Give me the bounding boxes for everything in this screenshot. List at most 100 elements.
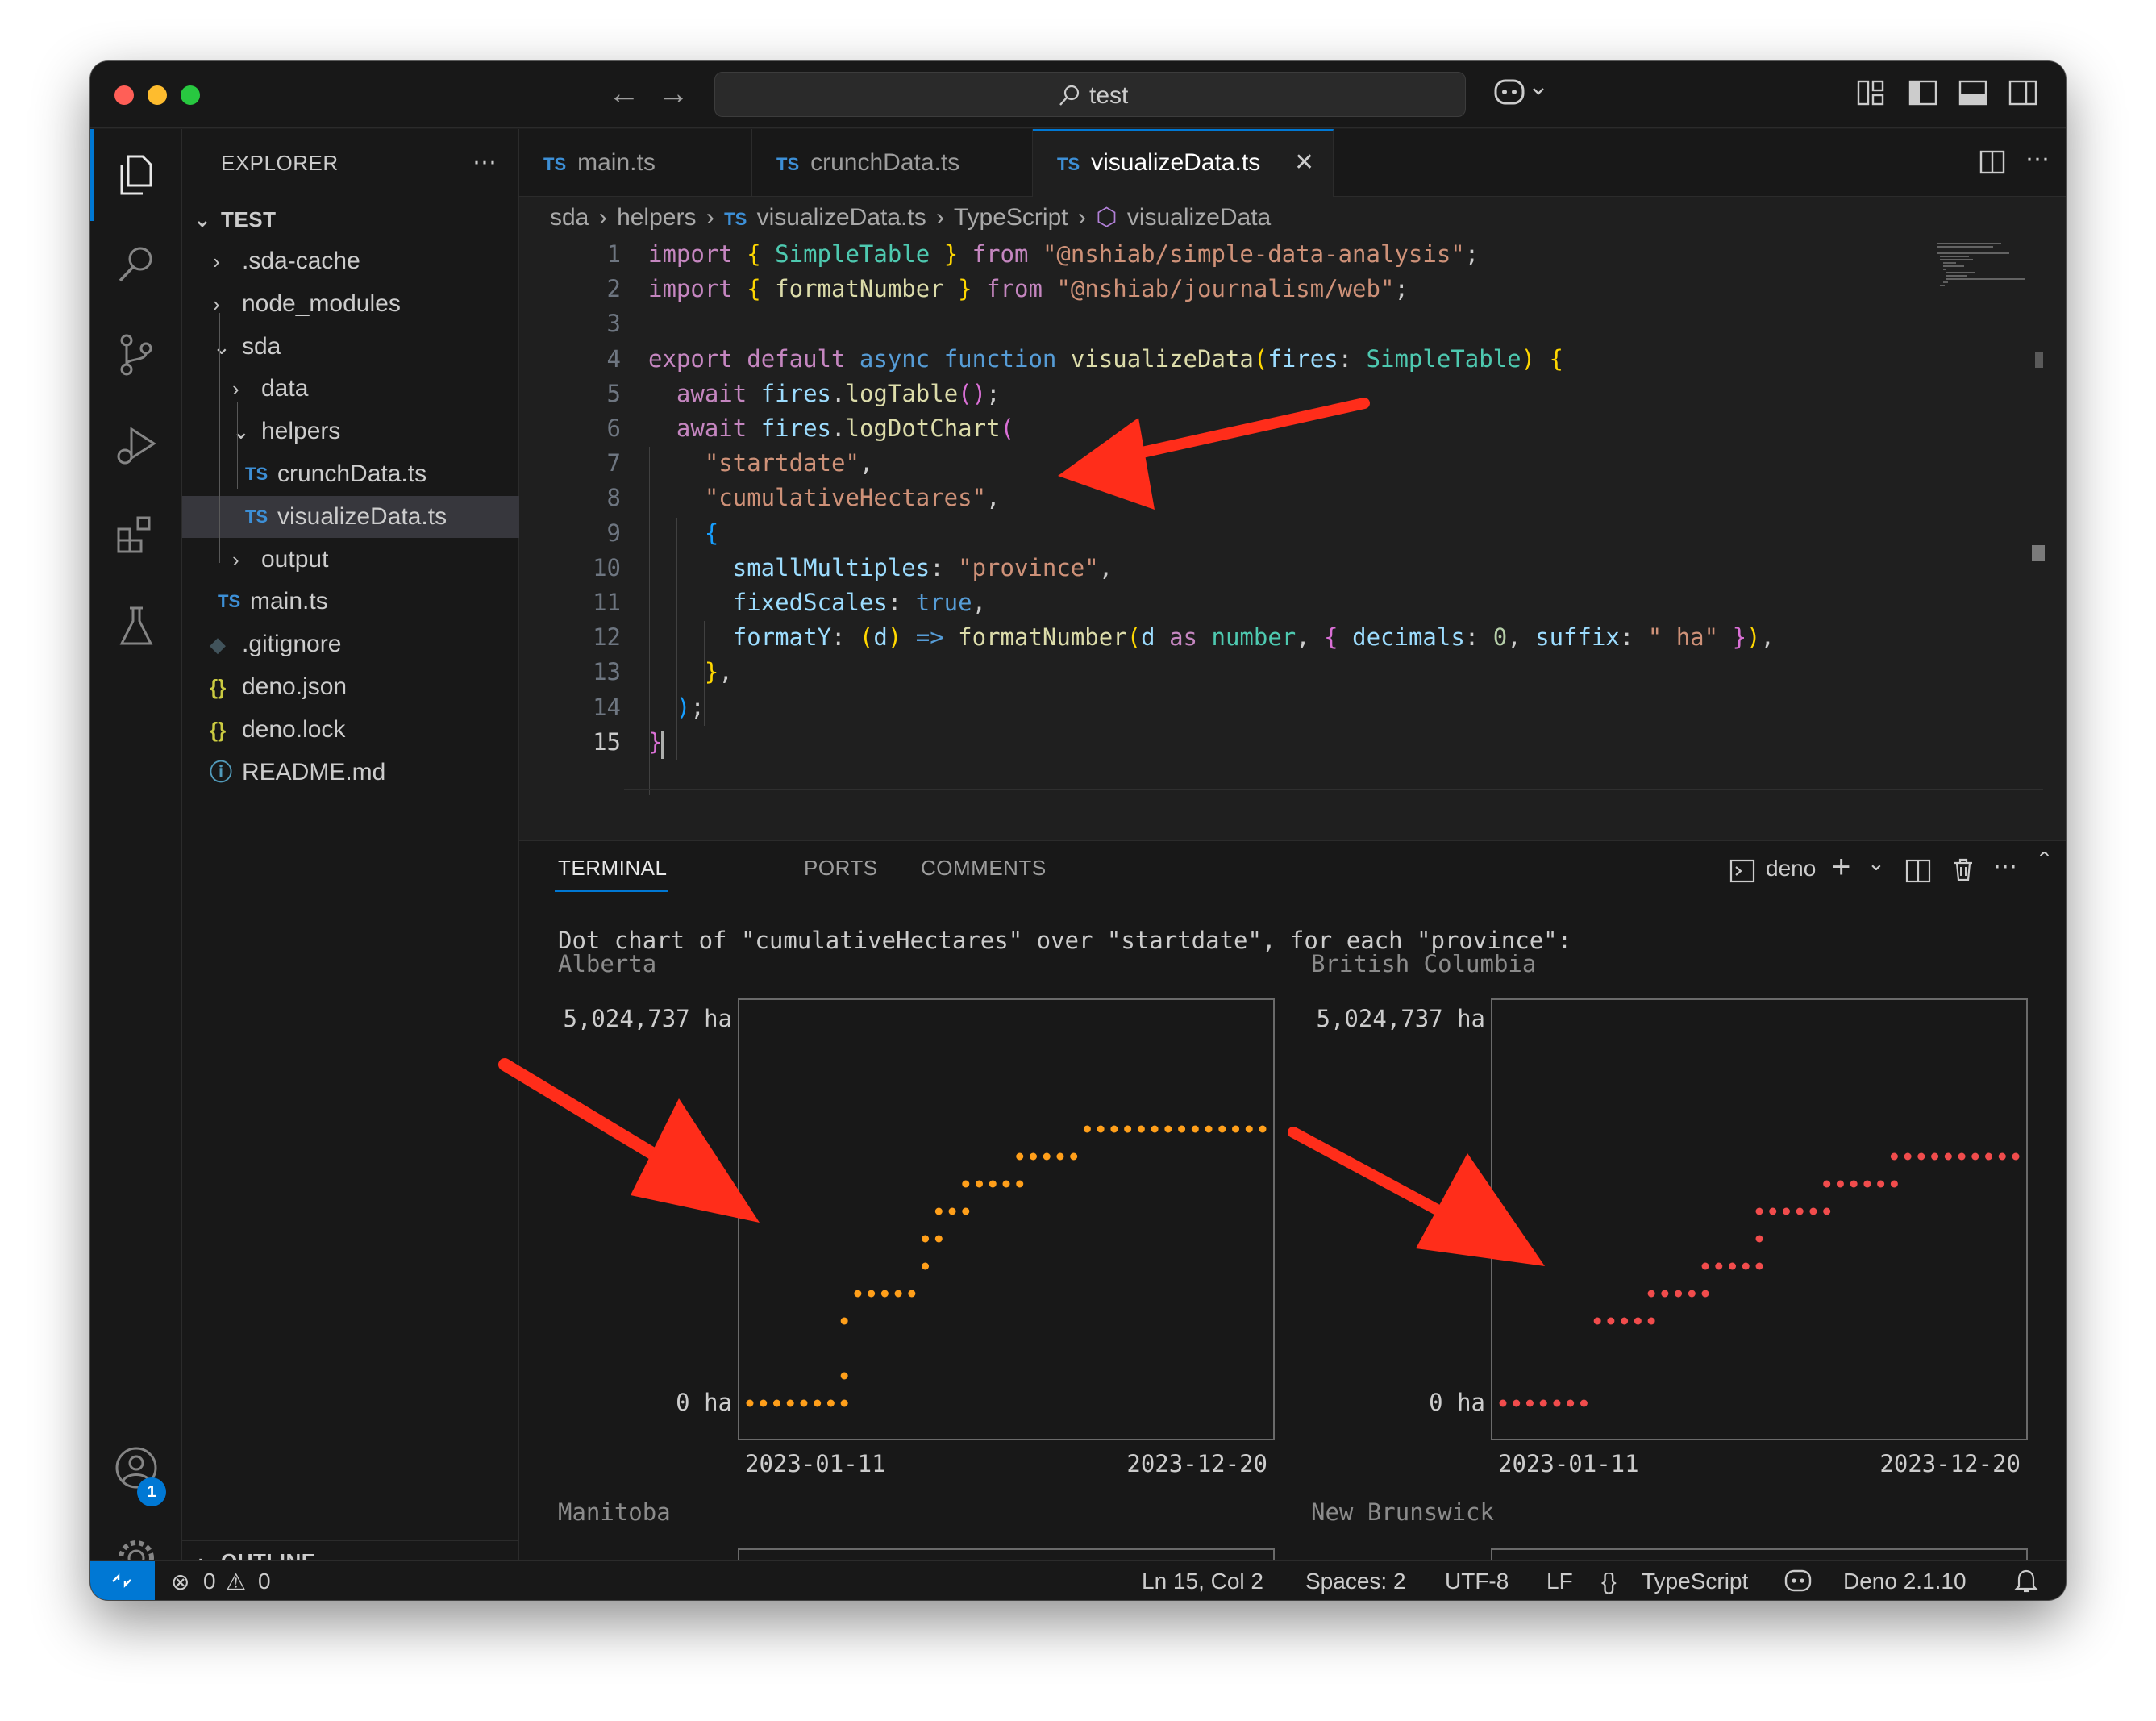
tree-item-node-modules[interactable]: › node_modules — [182, 283, 519, 325]
code-line: import { formatNumber } from "@nshiab/jo… — [648, 275, 1409, 303]
tree-item-deno-json[interactable]: {} deno.json — [182, 666, 519, 708]
split-terminal-icon[interactable] — [1904, 857, 1932, 885]
new-terminal-icon[interactable]: + — [1832, 849, 1850, 886]
copilot-status-icon[interactable] — [1783, 1567, 1813, 1594]
split-editor-icon[interactable] — [1979, 148, 2006, 176]
indentation[interactable]: Spaces: 2 — [1305, 1569, 1406, 1594]
tree-item-visualizedata-ts[interactable]: TS visualizeData.ts — [182, 495, 519, 538]
breadcrumb-language[interactable]: TypeScript — [954, 204, 1068, 231]
encoding[interactable]: UTF-8 — [1445, 1569, 1509, 1594]
data-dot — [1124, 1125, 1132, 1133]
typescript-file-icon: TS — [218, 591, 241, 612]
toggle-primary-sidebar-icon[interactable] — [1908, 77, 1938, 108]
editor-more-actions-icon[interactable]: ⋯ — [2025, 145, 2050, 173]
chevron-down-icon[interactable]: ⌄ — [1867, 851, 1885, 876]
minimap[interactable] — [1937, 239, 2033, 303]
tree-item-deno-lock[interactable]: {} deno.lock — [182, 709, 519, 751]
explorer-icon[interactable] — [110, 148, 162, 200]
back-arrow-icon[interactable]: ← — [608, 77, 640, 110]
warnings-icon[interactable]: ⚠ — [226, 1569, 246, 1595]
data-dot — [840, 1399, 848, 1407]
chart-frame — [738, 998, 1275, 1440]
language-mode[interactable]: TypeScript — [1642, 1569, 1748, 1594]
forward-arrow-icon[interactable]: → — [657, 77, 689, 110]
chevron-down-icon: ⌄ — [194, 207, 212, 231]
tree-item-label: node_modules — [242, 290, 401, 317]
end-of-line[interactable]: LF — [1546, 1569, 1573, 1594]
tab-crunchdata-ts[interactable]: TS crunchData.ts — [752, 129, 1033, 197]
warnings-count[interactable]: 0 — [258, 1569, 271, 1594]
code-line: }, — [704, 658, 733, 686]
trash-icon[interactable] — [1950, 856, 1977, 883]
tree-item-main-ts[interactable]: TS main.ts — [182, 581, 519, 623]
more-actions-icon[interactable]: ⋯ — [472, 142, 497, 184]
minimize-window-button[interactable] — [148, 85, 167, 105]
data-dot — [948, 1207, 956, 1215]
tree-item-label: deno.json — [242, 673, 348, 700]
chevron-down-icon: ⌄ — [232, 419, 250, 444]
bell-icon[interactable] — [2014, 1567, 2038, 1594]
source-control-icon[interactable] — [110, 329, 162, 381]
toggle-panel-icon[interactable] — [1958, 77, 1988, 108]
annotation-arrow — [1058, 398, 1370, 510]
line-number: 2 — [606, 275, 621, 303]
data-dot — [1931, 1152, 1939, 1161]
breadcrumb-helpers[interactable]: helpers — [617, 204, 696, 231]
toggle-secondary-sidebar-icon[interactable] — [2008, 77, 2038, 108]
tab-visualizedata-ts[interactable]: TS visualizeData.ts ✕ — [1033, 129, 1334, 197]
chart-frame — [1491, 998, 2028, 1440]
data-dot — [1917, 1152, 1925, 1161]
tree-item-gitignore[interactable]: ◆ .gitignore — [182, 623, 519, 665]
data-dot — [922, 1262, 930, 1270]
line-number: 12 — [593, 623, 621, 652]
tree-item-crunchdata-ts[interactable]: TS crunchData.ts — [182, 453, 519, 495]
code-line: ); — [676, 693, 705, 721]
errors-count[interactable]: 0 — [203, 1569, 216, 1594]
close-window-button[interactable] — [114, 85, 134, 105]
testing-icon[interactable] — [110, 600, 162, 652]
tree-item-sda-cache[interactable]: › .sda-cache — [182, 240, 519, 282]
search-icon — [1059, 85, 1080, 106]
data-dot — [1958, 1152, 1966, 1161]
line-number: 6 — [606, 415, 621, 442]
tree-item-output[interactable]: › output — [182, 539, 519, 581]
run-debug-icon[interactable] — [110, 419, 162, 471]
workspace-root[interactable]: ⌄ TEST — [182, 198, 519, 240]
tab-comments[interactable]: COMMENTS — [921, 856, 1047, 881]
tree-item-readme-md[interactable]: ⓘ README.md — [182, 752, 519, 794]
tree-item-data[interactable]: › data — [182, 368, 519, 410]
tab-ports[interactable]: PORTS — [804, 856, 878, 881]
customize-layout-icon[interactable] — [1856, 77, 1887, 108]
annotation-arrow — [1288, 1127, 1545, 1266]
breadcrumb-file[interactable]: visualizeData.ts — [757, 204, 926, 231]
data-dot — [1998, 1152, 2006, 1161]
data-dot — [934, 1207, 943, 1215]
runtime-version[interactable]: Deno 2.1.10 — [1843, 1569, 1967, 1594]
maximize-panel-icon[interactable]: ˆ — [2040, 848, 2049, 879]
tree-item-helpers[interactable]: ⌄ helpers — [182, 410, 519, 452]
data-dot — [1661, 1290, 1669, 1298]
close-tab-icon[interactable]: ✕ — [1294, 131, 1314, 194]
maximize-window-button[interactable] — [181, 85, 200, 105]
line-number: 4 — [606, 344, 621, 373]
chart-frame — [738, 1548, 1275, 1561]
data-dot — [1016, 1152, 1024, 1161]
cursor-position[interactable]: Ln 15, Col 2 — [1142, 1569, 1263, 1594]
tab-main-ts[interactable]: TS main.ts — [519, 129, 752, 197]
errors-icon[interactable]: ⊗ — [171, 1569, 189, 1595]
command-center-search[interactable]: test — [714, 72, 1466, 117]
terminal-name[interactable]: deno — [1766, 856, 1816, 881]
data-dot — [746, 1399, 754, 1407]
remote-indicator[interactable] — [90, 1561, 155, 1600]
breadcrumb-ts-badge: TS — [724, 209, 747, 229]
tree-item-sda[interactable]: ⌄ sda — [182, 326, 519, 368]
copilot-icon[interactable] — [1492, 74, 1548, 111]
y-tick-label: 5,024,737 ha — [1316, 1005, 1485, 1032]
panel-more-actions-icon[interactable]: ⋯ — [1993, 852, 2017, 881]
tab-terminal[interactable]: TERMINAL — [558, 856, 667, 881]
search-icon[interactable] — [110, 239, 162, 290]
breadcrumb-sda[interactable]: sda — [550, 204, 589, 231]
breadcrumb-symbol[interactable]: visualizeData — [1127, 204, 1271, 231]
code-line: smallMultiples: "province", — [732, 553, 1113, 581]
extensions-icon[interactable] — [110, 510, 162, 561]
